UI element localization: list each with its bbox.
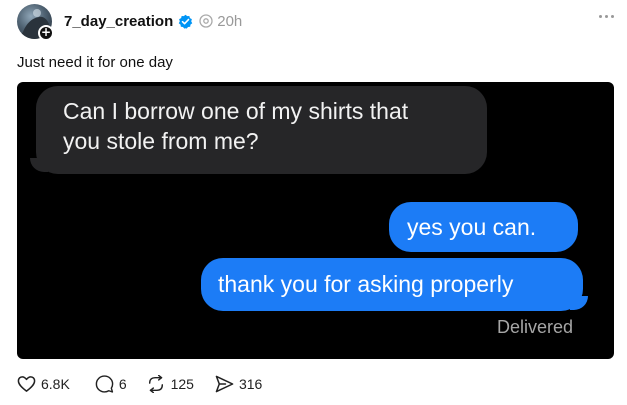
action-bar: 6.8K 6 125 316 bbox=[17, 373, 281, 395]
comment-button[interactable]: 6 bbox=[95, 375, 127, 393]
bubble-tail bbox=[570, 296, 588, 310]
heart-icon bbox=[17, 375, 36, 393]
share-button[interactable]: 316 bbox=[215, 375, 262, 393]
delivered-status: Delivered bbox=[496, 317, 573, 337]
outgoing-message-text: thank you for asking properly bbox=[218, 271, 514, 297]
repost-count: 125 bbox=[170, 376, 194, 392]
share-count: 316 bbox=[238, 376, 263, 392]
bubble-tail bbox=[30, 158, 48, 172]
post-caption: Just need it for one day bbox=[17, 54, 173, 71]
repost-button[interactable]: 125 bbox=[146, 375, 194, 393]
threads-icon bbox=[199, 14, 213, 28]
outgoing-message-bubble: yes you can. bbox=[389, 202, 578, 252]
comment-count: 6 bbox=[118, 376, 127, 392]
username[interactable]: 7_day_creation bbox=[64, 13, 173, 30]
share-icon bbox=[215, 375, 234, 393]
incoming-message-line-2: you stole from me? bbox=[63, 128, 259, 154]
like-count: 6.8K bbox=[41, 376, 70, 392]
verified-icon bbox=[178, 14, 193, 29]
post-timestamp: 20h bbox=[217, 12, 243, 30]
avatar[interactable]: + bbox=[17, 4, 54, 41]
repost-icon bbox=[146, 375, 166, 393]
incoming-message-bubble: Can I borrow one of my shirts that you s… bbox=[30, 86, 487, 174]
more-icon[interactable] bbox=[599, 15, 614, 18]
post-header: 7_day_creation 20h bbox=[64, 10, 242, 32]
incoming-message-line-1: Can I borrow one of my shirts that bbox=[63, 98, 409, 124]
like-button[interactable]: 6.8K bbox=[17, 375, 70, 393]
comment-icon bbox=[95, 375, 114, 393]
post-image[interactable]: Can I borrow one of my shirts that you s… bbox=[17, 82, 614, 359]
follow-plus-icon[interactable]: + bbox=[38, 25, 54, 41]
outgoing-message-bubble: thank you for asking properly bbox=[201, 258, 588, 311]
